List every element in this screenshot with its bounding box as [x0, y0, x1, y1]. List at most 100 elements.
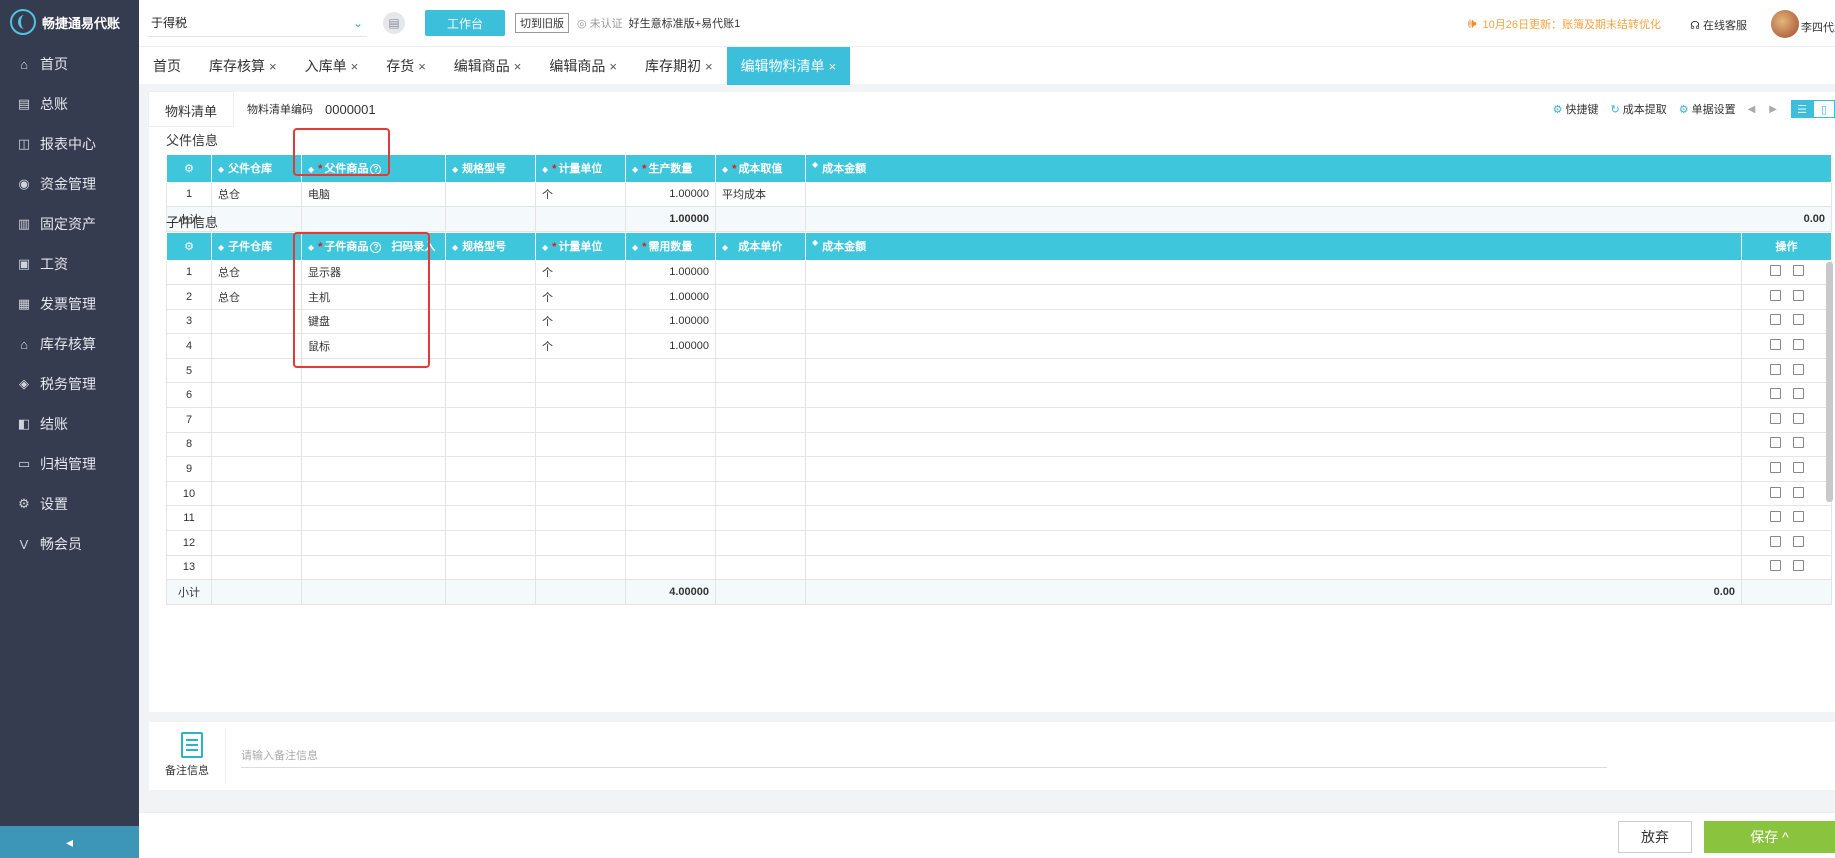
update-notice[interactable]: 🕪 10月26日更新：账簿及期末结转优化 [1468, 15, 1661, 32]
tab-4[interactable]: 编辑商品 × [440, 47, 536, 85]
tab-6[interactable]: 库存期初 × [631, 47, 727, 85]
column-settings-icon[interactable]: ⚙ [166, 155, 212, 183]
cell-unit[interactable] [535, 530, 626, 556]
cell-unit-cost[interactable] [715, 505, 806, 532]
col-cost-amount[interactable]: ◆ 成本金额 [805, 155, 1832, 183]
cell-warehouse[interactable]: 总仓 [211, 284, 302, 310]
cell-product[interactable]: 电脑 [301, 181, 446, 208]
cell-amount[interactable] [805, 382, 1742, 409]
cell-unit-cost[interactable] [715, 333, 806, 359]
sidebar-item-3[interactable]: ◉ 资金管理 [0, 164, 139, 204]
cell-amount[interactable] [805, 357, 1742, 384]
sidebar-item-0[interactable]: ⌂ 首页 [0, 44, 139, 84]
sidebar-item-8[interactable]: ◈ 税务管理 [0, 364, 139, 404]
cell-qty[interactable]: 1.00000 [625, 308, 716, 335]
col-cost-amount[interactable]: ◆ 成本金额 [805, 233, 1742, 261]
delete-row-icon[interactable] [1769, 462, 1781, 474]
cell-spec[interactable] [445, 530, 536, 556]
cell-cost-method[interactable]: 平均成本 [715, 181, 806, 208]
close-icon[interactable]: × [514, 59, 522, 74]
cell-warehouse[interactable]: 总仓 [211, 181, 302, 208]
delete-row-icon[interactable] [1769, 363, 1781, 375]
sidebar-item-10[interactable]: ▭ 归档管理 [0, 444, 139, 484]
column-settings-icon[interactable]: ⚙ [166, 233, 212, 261]
cell-product[interactable] [301, 480, 446, 507]
cell-spec[interactable] [445, 284, 536, 310]
cell-unit[interactable]: 个 [535, 308, 626, 335]
calculator-icon[interactable]: ▤ [383, 12, 405, 34]
cell-unit[interactable]: 个 [535, 284, 626, 310]
delete-row-icon[interactable] [1769, 486, 1781, 498]
cell-amount[interactable] [805, 407, 1742, 433]
cell-qty[interactable] [625, 357, 716, 384]
col-child-warehouse[interactable]: ◆ 子件仓库 [211, 233, 302, 261]
delete-row-icon[interactable] [1769, 289, 1781, 301]
switch-old-version-button[interactable]: 切到旧版 [515, 13, 569, 33]
cell-spec[interactable] [445, 308, 536, 335]
cell-amount[interactable] [805, 480, 1742, 507]
cell-warehouse[interactable] [211, 480, 302, 507]
col-spec[interactable]: ◆ 规格型号 [445, 233, 536, 261]
next-record-icon[interactable]: ▶ [1769, 104, 1777, 115]
delete-row-icon[interactable] [1769, 535, 1781, 547]
col-unit-cost[interactable]: ◆ 成本单价 [715, 233, 806, 261]
app-logo[interactable]: 畅捷通易代账 [0, 0, 139, 44]
cell-warehouse[interactable] [211, 456, 302, 482]
cell-qty[interactable]: 1.00000 [625, 259, 716, 286]
copy-row-icon[interactable] [1792, 388, 1804, 400]
cell-unit-cost[interactable] [715, 530, 806, 556]
table-row[interactable]: 6 [166, 382, 1832, 409]
tab-5[interactable]: 编辑商品 × [535, 47, 631, 85]
cell-qty[interactable] [625, 554, 716, 581]
cell-qty[interactable] [625, 431, 716, 458]
cell-warehouse[interactable] [211, 530, 302, 556]
tab-0[interactable]: 首页 [139, 47, 195, 85]
cell-unit-cost[interactable] [715, 456, 806, 482]
cell-qty[interactable] [625, 480, 716, 507]
cell-warehouse[interactable] [211, 431, 302, 458]
cell-unit[interactable] [535, 480, 626, 507]
cell-warehouse[interactable] [211, 407, 302, 433]
cell-amount[interactable] [805, 554, 1742, 581]
col-required-qty[interactable]: ◆ * 需用数量 [625, 233, 716, 261]
table-row[interactable]: 7 [166, 407, 1832, 433]
cell-unit[interactable] [535, 456, 626, 482]
cell-qty[interactable] [625, 382, 716, 409]
delete-row-icon[interactable] [1769, 511, 1781, 523]
cell-unit-cost[interactable] [715, 431, 806, 458]
cell-warehouse[interactable] [211, 357, 302, 384]
col-spec[interactable]: ◆ 规格型号 [445, 155, 536, 183]
cell-warehouse[interactable] [211, 505, 302, 532]
table-row[interactable]: 13 [166, 554, 1832, 581]
doc-settings-button[interactable]: ⚙ 单据设置 [1679, 101, 1736, 117]
shortcut-button[interactable]: ⚙ 快捷键 [1553, 101, 1599, 117]
cell-unit-cost[interactable] [715, 382, 806, 409]
col-unit[interactable]: ◆ * 计量单位 [535, 155, 626, 183]
cell-amount[interactable] [805, 456, 1742, 482]
remarks-input[interactable] [241, 744, 1607, 768]
close-icon[interactable]: × [351, 59, 359, 74]
sidebar-item-7[interactable]: ⌂ 库存核算 [0, 324, 139, 364]
cell-qty[interactable] [625, 530, 716, 556]
cell-amount[interactable] [805, 431, 1742, 458]
tab-3[interactable]: 存货 × [372, 47, 440, 85]
company-select[interactable]: 于得税 ⌄ [147, 9, 367, 37]
cell-warehouse[interactable] [211, 308, 302, 335]
cell-spec[interactable] [445, 259, 536, 286]
cell-qty[interactable]: 1.00000 [625, 284, 716, 310]
cell-unit-cost[interactable] [715, 480, 806, 507]
delete-row-icon[interactable] [1769, 388, 1781, 400]
cell-warehouse[interactable] [211, 333, 302, 359]
cell-product[interactable] [301, 530, 446, 556]
col-parent-warehouse[interactable]: ◆ 父件仓库 [211, 155, 302, 183]
tab-bom[interactable]: 物料清单 [149, 92, 234, 126]
copy-row-icon[interactable] [1792, 535, 1804, 547]
card-view-icon[interactable]: ▯ [1813, 100, 1835, 118]
table-row[interactable]: 8 [166, 431, 1832, 458]
cell-spec[interactable] [445, 407, 536, 433]
close-icon[interactable]: × [609, 59, 617, 74]
cell-amount[interactable] [805, 530, 1742, 556]
copy-row-icon[interactable] [1792, 339, 1804, 351]
copy-row-icon[interactable] [1792, 412, 1804, 424]
table-scrollbar[interactable] [1826, 262, 1833, 502]
